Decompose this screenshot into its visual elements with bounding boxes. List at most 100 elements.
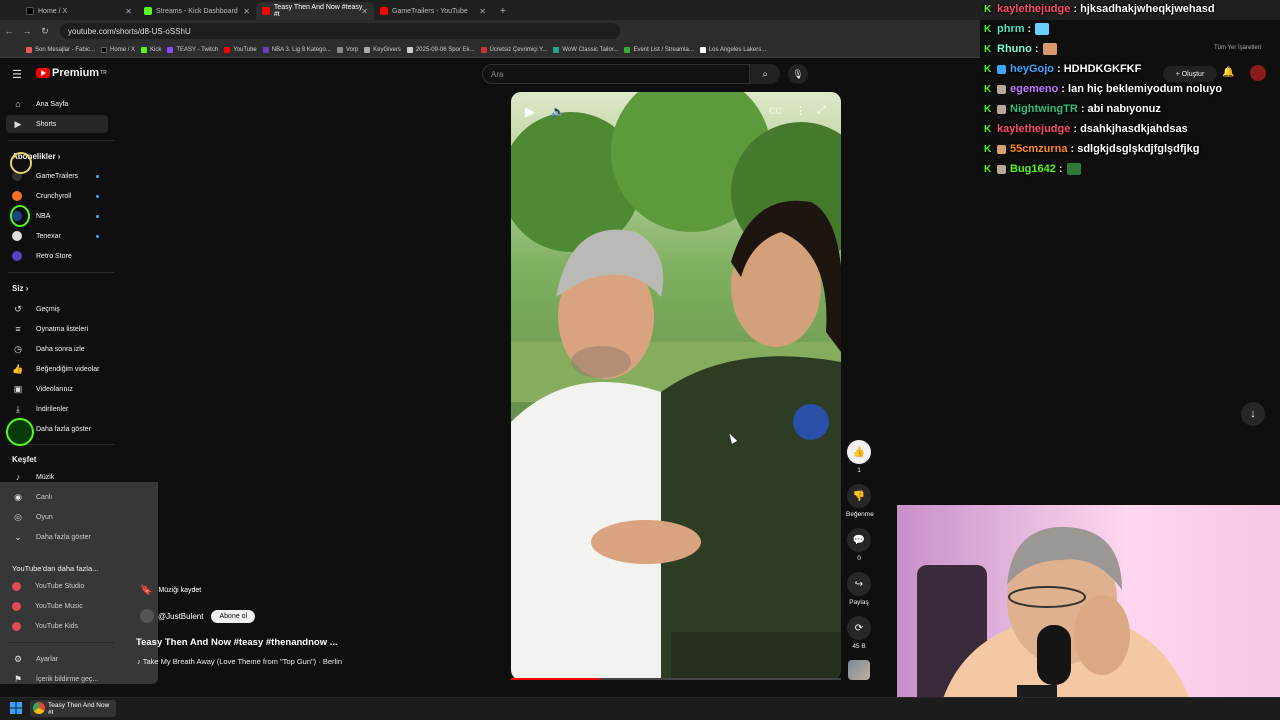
comments-button[interactable]: 💬 0 (846, 528, 872, 562)
close-tab-icon[interactable]: ✕ (243, 7, 250, 16)
bookmark-item[interactable]: KeyGivers (364, 46, 401, 53)
fullscreen-icon[interactable]: ⤢ (817, 104, 826, 117)
dislike-button[interactable]: 👎 Beğenme (846, 484, 874, 518)
sidebar-item-report[interactable]: ⚑ İçerik bildirme geç... (12, 672, 98, 686)
search-icon: ⌕ (762, 68, 768, 80)
short-title[interactable]: Teasy Then And Now #teasy #thenandnow ..… (136, 637, 338, 648)
voice-search-button[interactable]: 🎙 (788, 64, 808, 84)
sidebar-item-show-more[interactable]: ⌄ Daha fazla göster (12, 530, 91, 544)
sidebar-item-home[interactable]: ⌂ Ana Sayfa (12, 97, 68, 111)
sidebar-item-label: Videolarınız (36, 385, 73, 393)
channel-name[interactable]: @JustBulent (158, 612, 203, 621)
you-heading-text: Siz (12, 284, 24, 293)
sidebar-item-label: Müzik (36, 473, 55, 481)
chat-emote-icon (1042, 43, 1057, 55)
sidebar-item-your-videos[interactable]: ▣ Videolarınız (12, 382, 73, 396)
remix-button[interactable]: ⟳ 45 B (846, 616, 872, 650)
sidebar-item-label: Oynatma listeleri (36, 325, 89, 333)
bookmark-item[interactable]: Son Mesajlar - Fabic... (26, 46, 95, 53)
search-input[interactable]: Ara (482, 64, 750, 84)
bookmark-item[interactable]: 2025-09-06 Spor Ek... (406, 46, 475, 53)
sidebar-item-label: Geçmiş (36, 305, 60, 313)
bookmark-label: NBA 3. Lig 8 Katego... (271, 46, 331, 53)
bookmark-item[interactable]: NBA 3. Lig 8 Katego... (262, 46, 331, 53)
volume-icon[interactable]: 🔈 (551, 105, 565, 118)
sidebar-item-downloads[interactable]: ⤓ İndirilenler (12, 402, 68, 416)
share-label: Paylaş (849, 599, 869, 606)
channel-avatar (12, 231, 22, 241)
bookmark-item[interactable]: Event List / Streamla... (624, 46, 694, 53)
sidebar-item-shorts[interactable]: ▶ Shorts (12, 117, 57, 131)
bookmark-item[interactable]: YouTube (224, 46, 257, 53)
youtube-premium-logo[interactable]: Premium TR (36, 67, 107, 79)
music-credit[interactable]: ♪ Take My Breath Away (Love Theme from "… (137, 657, 342, 666)
sidebar-item-youtube-music[interactable]: YouTube Music (12, 599, 83, 613)
tab-x[interactable]: Home / X ✕ (20, 2, 138, 20)
play-icon[interactable]: ▶ (525, 104, 535, 120)
sidebar-item-subscription[interactable]: Retro Store (12, 249, 72, 263)
bookmark-label: Vorp (345, 46, 359, 53)
like-button[interactable]: 👍 1 (846, 440, 872, 474)
all-bookmarks-link[interactable]: Tüm Yer İşaretleri (1214, 45, 1261, 51)
you-heading[interactable]: Siz › (12, 284, 28, 293)
sidebar-item-settings[interactable]: ⚙ Ayarlar (12, 652, 58, 666)
sidebar-item-label: Canlı (36, 493, 53, 501)
new-content-indicator (96, 195, 99, 198)
menu-icon[interactable]: ☰ (12, 68, 22, 81)
back-icon[interactable]: ← (0, 26, 18, 36)
channel-avatar[interactable] (140, 609, 154, 623)
windows-start-icon[interactable] (10, 702, 22, 714)
bookmark-item[interactable]: TEASY - Twitch (167, 46, 218, 53)
url-field[interactable]: youtube.com/shorts/d8-US-oSShU (60, 23, 620, 39)
close-tab-icon[interactable]: ✕ (125, 7, 132, 16)
bookmark-item[interactable]: Los Angeles Lakers... (699, 46, 767, 53)
bookmark-item[interactable]: Home / X (101, 46, 135, 53)
sidebar-item-subscription[interactable]: Tenexar (12, 229, 61, 243)
sidebar-item-youtube-studio[interactable]: YouTube Studio (12, 579, 84, 593)
bookmark-favicon-icon (699, 46, 706, 53)
tab-gametrailers[interactable]: GameTrailers - YouTube ✕ (374, 2, 492, 20)
save-music-label: Müziği kaydet (158, 587, 202, 594)
bookmark-item[interactable]: WoW Classic Tailor... (553, 46, 618, 53)
bookmark-favicon-icon (224, 46, 231, 53)
reload-icon[interactable]: ↻ (36, 26, 54, 37)
tab-kick[interactable]: Streams - Kick Dashboard ✕ (138, 2, 256, 20)
bookmark-item[interactable]: Vorp (336, 46, 359, 53)
captions-icon[interactable]: CC (769, 106, 782, 116)
sidebar-item-label: Daha fazla göster (36, 533, 91, 541)
bookmark-item[interactable]: Kick (141, 46, 162, 53)
next-short-button[interactable]: ↓ (1241, 402, 1265, 426)
more-options-icon[interactable]: ⋮ (795, 104, 806, 117)
forward-icon[interactable]: → (18, 26, 36, 36)
sidebar-item-music[interactable]: ♪ Müzik (12, 470, 55, 484)
sound-thumbnail[interactable] (848, 660, 870, 680)
sidebar-item-watch-later[interactable]: ◷ Daha sonra izle (12, 342, 85, 356)
close-tab-icon[interactable]: ✕ (479, 7, 486, 16)
video-progress-fill (511, 678, 601, 680)
sidebar-item-liked-videos[interactable]: 👍 Beğendiğim videolar (12, 362, 99, 376)
chat-username: Bug1642 (1010, 163, 1056, 175)
comment-icon: 💬 (847, 528, 871, 552)
sidebar-item-history[interactable]: ↺ Geçmiş (12, 302, 60, 316)
sidebar-item-youtube-kids[interactable]: YouTube Kids (12, 619, 78, 633)
sidebar-item-gaming[interactable]: ◎ Oyun (12, 510, 53, 524)
bookmark-favicon-icon (26, 46, 32, 53)
save-music-button[interactable]: 🔖 Müziği kaydet (140, 585, 201, 596)
sidebar-item-subscription[interactable]: Crunchyroll (12, 189, 71, 203)
like-count: 1 (857, 467, 861, 474)
windows-taskbar (0, 697, 1280, 720)
bookmark-label: Los Angeles Lakers... (708, 46, 767, 53)
bookmark-item[interactable]: Ücretsiz Çevrimiçi Y... (480, 46, 547, 53)
sidebar-item-live[interactable]: ◉ Canlı (12, 490, 52, 504)
tab-youtube-short[interactable]: Teasy Then And Now #teasy #t ✕ (256, 2, 374, 20)
new-tab-button[interactable]: + (494, 2, 512, 20)
search-button[interactable]: ⌕ (750, 64, 780, 84)
thumbs-up-icon: 👍 (847, 440, 871, 464)
subscribe-button[interactable]: Abone ol (211, 609, 256, 623)
search-placeholder: Ara (491, 69, 504, 79)
short-video-player[interactable]: ▶ 🔈 CC ⋮ ⤢ (511, 92, 841, 680)
sidebar-item-playlists[interactable]: ≡ Oynatma listeleri (12, 322, 88, 336)
bookmark-label: Kick (150, 46, 162, 53)
share-button[interactable]: ↪ Paylaş (846, 572, 872, 606)
close-tab-icon[interactable]: ✕ (361, 7, 368, 16)
